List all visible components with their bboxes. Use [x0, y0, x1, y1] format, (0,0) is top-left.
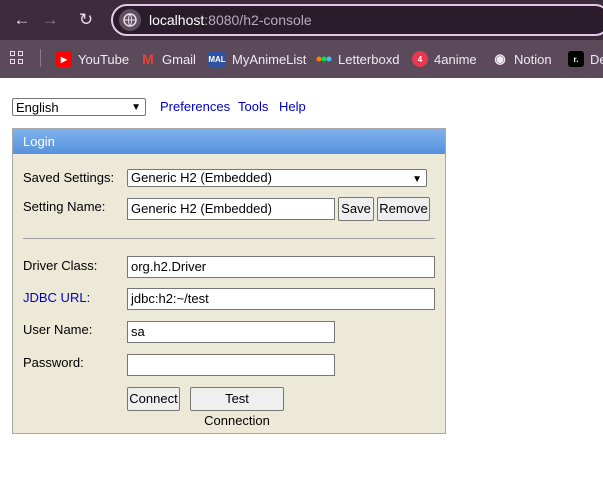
saved-settings-select[interactable]: Generic H2 (Embedded) ▼	[127, 169, 427, 187]
language-select[interactable]: English ▼	[12, 98, 146, 116]
forward-button[interactable]: →	[38, 8, 62, 32]
test-connection-button[interactable]: Test Connection	[190, 387, 284, 428]
jdbc-url-link[interactable]: JDBC URL:	[23, 290, 90, 305]
login-panel: Login Saved Settings: Generic H2 (Embedd…	[12, 128, 446, 434]
bookmark-youtube[interactable]: ▶ YouTube	[56, 49, 129, 69]
bookmark-de[interactable]: r. De	[568, 49, 603, 69]
apps-grid-icon[interactable]	[10, 51, 24, 65]
url-host: localhost	[149, 12, 205, 28]
back-button[interactable]: ←	[10, 8, 34, 32]
password-label: Password:	[23, 355, 84, 370]
myanimelist-icon: MAL	[208, 51, 226, 67]
connect-button[interactable]: Connect	[127, 387, 180, 411]
url-path: :8080/h2-console	[204, 12, 312, 28]
saved-settings-label: Saved Settings:	[23, 170, 115, 185]
saved-settings-value: Generic H2 (Embedded)	[131, 170, 272, 185]
driver-class-label: Driver Class:	[23, 258, 98, 273]
user-name-label: User Name:	[23, 322, 93, 337]
bookmark-gmail[interactable]: M Gmail	[140, 49, 196, 69]
driver-class-field[interactable]: org.h2.Driver	[127, 256, 435, 278]
chevron-down-icon: ▼	[131, 102, 141, 113]
youtube-icon: ▶	[56, 51, 72, 67]
remove-button[interactable]: Remove	[377, 197, 430, 221]
user-name-field[interactable]: sa	[127, 321, 335, 343]
bookmark-label: 4anime	[434, 51, 477, 67]
bookmark-label: Notion	[514, 51, 552, 67]
bookmark-notion[interactable]: ◉ Notion	[492, 49, 552, 69]
setting-name-field[interactable]: Generic H2 (Embedded)	[127, 198, 335, 220]
bookmark-label: YouTube	[78, 51, 130, 67]
login-panel-header: Login	[13, 129, 445, 154]
setting-name-label: Setting Name:	[23, 199, 106, 214]
reload-button[interactable]: ↻	[74, 8, 98, 32]
bookmark-label: Letterboxd	[338, 51, 400, 67]
gmail-icon: M	[142, 51, 154, 67]
save-button[interactable]: Save	[338, 197, 374, 221]
preferences-link[interactable]: Preferences	[160, 99, 230, 114]
site-info-icon[interactable]	[119, 9, 141, 31]
bookmarks-bar: ▶ YouTube M Gmail MAL MyAnimeList Letter…	[0, 40, 603, 78]
bookmark-label: Gmail	[162, 51, 196, 67]
bookmark-myanimelist[interactable]: MAL MyAnimeList	[208, 49, 306, 69]
password-field[interactable]	[127, 354, 335, 376]
browser-toolbar: ← → ↻ localhost:8080/h2-console	[0, 0, 603, 40]
letterboxd-icon	[316, 51, 332, 67]
raycast-icon: r.	[568, 51, 584, 67]
browser-chrome: ← → ↻ localhost:8080/h2-console ▶ YouTub…	[0, 0, 603, 78]
address-bar[interactable]: localhost:8080/h2-console	[111, 4, 603, 36]
bookmarks-separator	[40, 49, 41, 67]
jdbc-url-field[interactable]: jdbc:h2:~/test	[127, 288, 435, 310]
bookmark-label: De	[590, 51, 603, 67]
tools-link[interactable]: Tools	[238, 99, 268, 114]
bookmark-label: MyAnimeList	[232, 51, 307, 67]
help-link[interactable]: Help	[279, 99, 306, 114]
4anime-icon: 4	[412, 51, 428, 67]
bookmark-letterboxd[interactable]: Letterboxd	[316, 49, 399, 69]
divider	[23, 238, 435, 239]
bookmark-4anime[interactable]: 4 4anime	[412, 49, 477, 69]
language-select-value: English	[16, 100, 59, 115]
url-text: localhost:8080/h2-console	[149, 12, 312, 28]
chevron-down-icon: ▼	[412, 174, 422, 185]
notion-icon: ◉	[494, 51, 506, 66]
